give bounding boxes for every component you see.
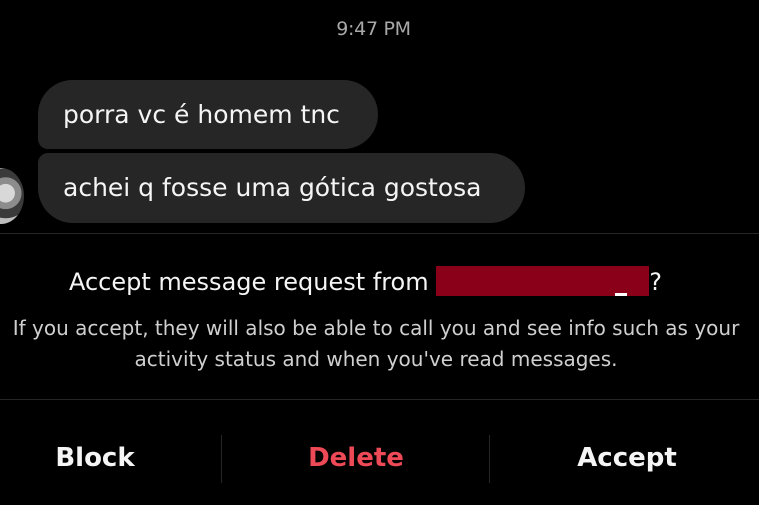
- action-separator: [489, 435, 490, 483]
- message-text: porra vc é homem tnc: [63, 100, 340, 129]
- received-message-bubble[interactable]: porra vc é homem tnc: [38, 80, 378, 149]
- block-button[interactable]: Block: [28, 443, 162, 473]
- request-title: Accept message request from ?: [0, 266, 731, 296]
- redacted-username: [436, 266, 650, 296]
- message-timestamp: 9:47 PM: [336, 18, 411, 40]
- message-text: achei q fosse uma gótica gostosa: [63, 173, 482, 202]
- message-request-screen: 9:47 PM porra vc é homem tnc achei q fos…: [0, 0, 759, 505]
- accept-button[interactable]: Accept: [560, 443, 694, 473]
- divider: [0, 233, 759, 234]
- delete-button[interactable]: Delete: [289, 443, 423, 473]
- request-title-suffix: ?: [649, 268, 662, 296]
- action-separator: [221, 435, 222, 483]
- request-title-prefix: Accept message request from: [68, 268, 437, 296]
- received-message-bubble[interactable]: achei q fosse uma gótica gostosa: [38, 153, 525, 223]
- sender-avatar[interactable]: [0, 168, 24, 224]
- request-description: If you accept, they will also be able to…: [12, 316, 740, 371]
- request-actions-bar: Block Delete Accept: [0, 400, 759, 505]
